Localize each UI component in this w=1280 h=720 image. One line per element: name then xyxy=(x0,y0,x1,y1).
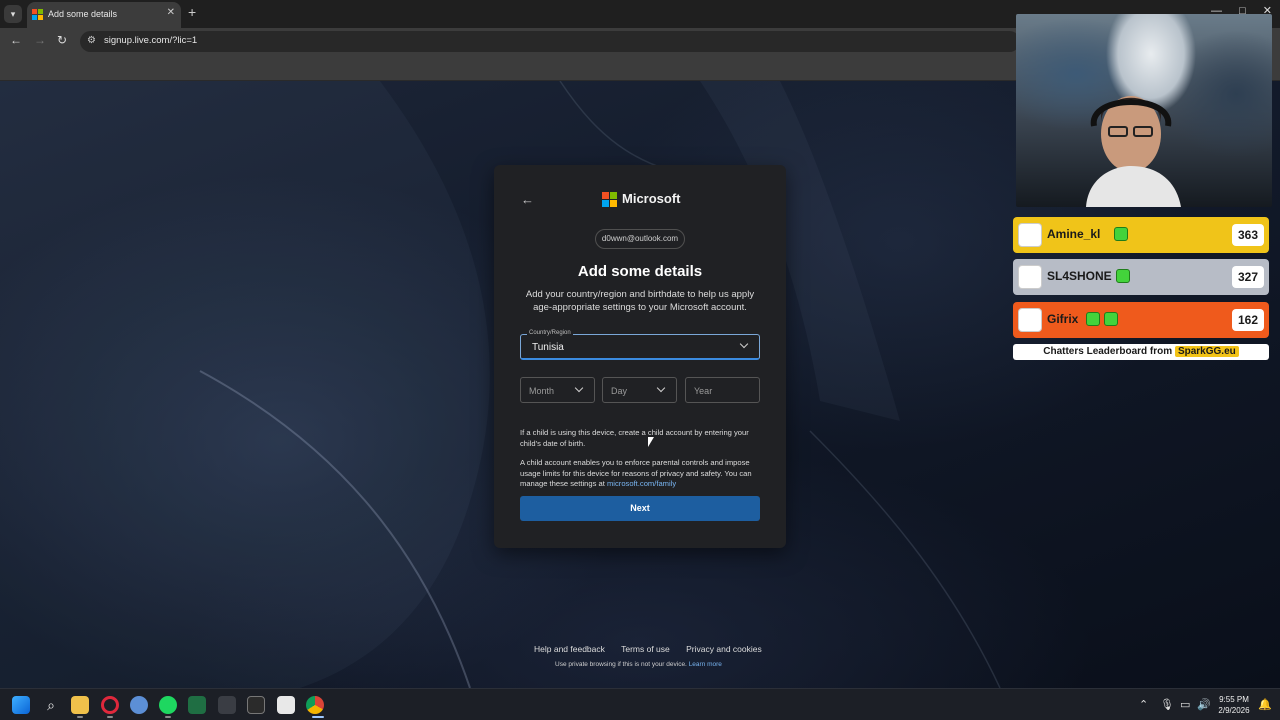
parental-controls-note: A child account enables you to enforce p… xyxy=(520,458,762,490)
excel-icon[interactable] xyxy=(188,696,206,714)
birth-year-input[interactable]: Year xyxy=(685,377,760,403)
app-icon[interactable] xyxy=(218,696,236,714)
reload-icon[interactable]: ↻ xyxy=(57,33,67,47)
leaderboard-row: Gifrix 162 xyxy=(1013,302,1269,338)
chevron-down-icon xyxy=(574,383,584,393)
star-badge-icon xyxy=(1114,227,1128,241)
month-placeholder: Month xyxy=(529,386,555,396)
new-tab-button[interactable]: + xyxy=(188,4,196,20)
chrome-icon[interactable] xyxy=(306,696,324,714)
close-tab-icon[interactable]: ✕ xyxy=(167,7,175,18)
learn-more-link[interactable]: Learn more xyxy=(689,661,722,668)
mouse-cursor-icon xyxy=(648,437,654,447)
private-browsing-note: Use private browsing if this is not your… xyxy=(555,661,722,668)
leaderboard-name: Gifrix xyxy=(1047,312,1079,326)
opera-gx-icon[interactable] xyxy=(101,696,119,714)
chevron-down-icon xyxy=(739,339,749,349)
birth-day-select[interactable]: Day xyxy=(602,377,677,403)
leaderboard-name: Amine_kl xyxy=(1047,227,1101,241)
search-icon[interactable]: ⌕ xyxy=(42,696,60,714)
clock-date: 2/9/2026 xyxy=(1218,706,1250,715)
sword-badge-icon xyxy=(1086,312,1100,326)
leaderboard-score: 363 xyxy=(1232,224,1264,246)
running-indicator xyxy=(77,716,83,718)
spotify-icon[interactable] xyxy=(159,696,177,714)
leaderboard-score: 162 xyxy=(1232,309,1264,331)
private-browsing-text: Use private browsing if this is not your… xyxy=(555,661,687,668)
site-info-icon[interactable]: ⚙ xyxy=(87,35,96,46)
streamer-silhouette xyxy=(1086,96,1181,207)
child-account-note: If a child is using this device, create … xyxy=(520,428,749,448)
day-placeholder: Day xyxy=(611,386,628,396)
url-text[interactable]: signup.live.com/?lic=1 xyxy=(104,35,197,46)
leaderboard-name: SL4SHONE xyxy=(1047,269,1112,283)
back-arrow-icon[interactable]: ← xyxy=(521,192,534,207)
windows-start-icon[interactable] xyxy=(12,696,30,714)
clock[interactable]: 9:55 PM 2/9/2026 xyxy=(1214,694,1254,716)
country-region-label: Country/Region xyxy=(527,330,573,336)
browser-tab[interactable]: Add some details ✕ xyxy=(27,2,181,28)
crown-icon xyxy=(1018,308,1042,332)
app-icon[interactable] xyxy=(130,696,148,714)
microsoft-favicon-icon xyxy=(32,9,43,20)
star-badge-icon xyxy=(1116,269,1130,283)
hidden-icons-chevron-icon[interactable]: ⌃ xyxy=(1139,698,1148,711)
taskbar: ⌕ ⌃ 🎙 ▭ 🔊 9:55 PM 2/9/2026 🔔 xyxy=(0,688,1280,720)
sparkgg-brand: SparkGG.eu xyxy=(1174,346,1239,357)
address-bar[interactable]: ⚙ signup.live.com/?lic=1 xyxy=(80,31,1020,52)
notepad-icon[interactable] xyxy=(277,696,295,714)
country-region-value: Tunisia xyxy=(532,342,564,353)
birth-month-select[interactable]: Month xyxy=(520,377,595,403)
signup-card: ← Microsoft d0wwn@outlook.com Add some d… xyxy=(494,165,786,548)
year-placeholder: Year xyxy=(694,386,713,396)
volume-icon[interactable]: 🔊 xyxy=(1197,698,1211,711)
leaderboard-footer-text: Chatters Leaderboard from xyxy=(1043,346,1173,357)
footer-links: Help and feedback Terms of use Privacy a… xyxy=(534,644,776,654)
running-indicator xyxy=(107,716,113,718)
page-title: Add some details xyxy=(577,263,703,280)
terminal-icon[interactable] xyxy=(247,696,265,714)
page-description: Add your country/region and birthdate to… xyxy=(525,289,755,313)
forward-icon[interactable]: → xyxy=(34,33,46,47)
microphone-icon[interactable]: 🎙 xyxy=(1160,698,1174,711)
leaderboard-row: Amine_kl 363 xyxy=(1013,217,1269,253)
microsoft-logo-icon xyxy=(602,192,618,208)
running-indicator xyxy=(312,716,324,718)
tab-title: Add some details xyxy=(48,9,118,19)
family-settings-link[interactable]: microsoft.com/family xyxy=(607,479,676,488)
file-explorer-icon[interactable] xyxy=(71,696,89,714)
star-badge-icon xyxy=(1104,312,1118,326)
crown-icon xyxy=(1018,265,1042,289)
help-feedback-link[interactable]: Help and feedback xyxy=(534,644,605,654)
chevron-down-icon xyxy=(656,383,666,393)
terms-of-use-link[interactable]: Terms of use xyxy=(621,644,670,654)
back-icon[interactable]: ← xyxy=(10,33,22,47)
leaderboard-footer: Chatters Leaderboard from SparkGG.eu xyxy=(1013,344,1269,360)
running-indicator xyxy=(165,716,171,718)
next-button[interactable]: Next xyxy=(520,496,760,521)
tab-search-chevron-icon[interactable]: ▾ xyxy=(4,5,22,23)
webcam-feed xyxy=(1016,14,1272,207)
privacy-cookies-link[interactable]: Privacy and cookies xyxy=(686,644,762,654)
leaderboard-score: 327 xyxy=(1232,266,1264,288)
network-icon[interactable]: ▭ xyxy=(1180,698,1190,711)
country-region-select[interactable]: Country/Region Tunisia xyxy=(520,330,760,360)
leaderboard-row: SL4SHONE 327 xyxy=(1013,259,1269,295)
notification-bell-icon[interactable]: 🔔 xyxy=(1258,698,1272,711)
brand-name: Microsoft xyxy=(622,191,681,206)
account-email-pill: d0wwn@outlook.com xyxy=(595,229,685,249)
crown-icon xyxy=(1018,223,1042,247)
clock-time: 9:55 PM xyxy=(1219,695,1249,704)
